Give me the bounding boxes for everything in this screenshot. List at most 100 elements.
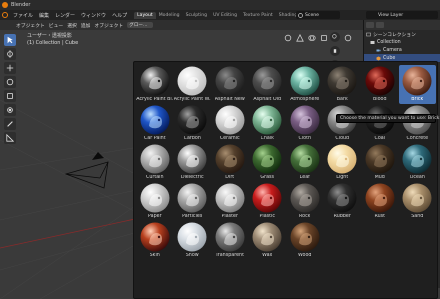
material-item-acrylic-paint-bl[interactable]: Acrylic Paint Bl... [136, 65, 174, 104]
material-item-grass[interactable]: Grass [249, 143, 287, 182]
menu-render[interactable]: レンダー [52, 12, 78, 19]
material-preview-sphere-icon [365, 183, 395, 213]
editor-type-icon[interactable] [366, 22, 374, 28]
menu-file[interactable]: ファイル [10, 12, 36, 19]
pan-hand-icon[interactable] [330, 46, 340, 56]
tab-layout[interactable]: Layout [134, 11, 156, 19]
annotate-tool-button[interactable] [4, 118, 16, 130]
tool-shelf [4, 34, 17, 144]
material-item-wood[interactable]: Wood [286, 221, 324, 260]
material-item-asphalt-new[interactable]: Asphalt New [211, 65, 249, 104]
viewport-menu-add[interactable]: 追加 [81, 22, 91, 29]
move-icon [6, 64, 14, 72]
gizmo-toggle-icon[interactable] [296, 34, 304, 42]
workspace-tabs: Layout Modeling Sculpting UV Editing Tex… [134, 11, 314, 19]
window-titlebar: Blender [0, 0, 440, 10]
material-label: Grass [260, 175, 275, 180]
material-item-leaf[interactable]: Leaf [286, 143, 324, 182]
outliner-row-camera[interactable]: Camera [364, 46, 440, 54]
viewport-menu-object-mode[interactable]: オブジェクト [16, 22, 45, 29]
material-label: Concrete [406, 136, 429, 141]
material-item-plastic[interactable]: Plastic [249, 182, 287, 221]
material-item-brick[interactable]: Brick [398, 65, 436, 104]
move-tool-button[interactable] [4, 62, 16, 74]
material-item-acrylic-paint-w[interactable]: Acrylic Paint W... [174, 65, 212, 104]
material-item-bark[interactable]: Bark [324, 65, 362, 104]
transform-tool-button[interactable] [4, 104, 16, 116]
material-item-cloth[interactable]: Cloth [286, 104, 324, 143]
view-layer-selector[interactable]: View Layer [366, 11, 438, 19]
material-item-plaster[interactable]: Plaster [211, 182, 249, 221]
viewport-menu-object[interactable]: オブジェクト [94, 22, 123, 29]
material-preview-sphere-icon [140, 222, 170, 252]
material-item-skin[interactable]: Skin [136, 221, 174, 260]
orientation-dropdown[interactable]: グロー... [127, 22, 154, 28]
material-item-transparent[interactable]: Transparent [211, 221, 249, 260]
viewport-header: オブジェクト ビュー 選択 追加 オブジェクト グロー... [0, 20, 363, 30]
outliner-row-collection[interactable]: Collection [364, 38, 440, 46]
material-label: Car Paint [143, 136, 166, 141]
material-item-curtain[interactable]: Curtain [136, 143, 174, 182]
material-item-light[interactable]: Light [324, 143, 362, 182]
menu-window[interactable]: ウィンドウ [78, 12, 109, 19]
material-preview-sphere-icon [290, 183, 320, 213]
material-tooltip: Choose the material you want to use: Bri… [336, 114, 439, 123]
material-item-rust[interactable]: Rust [361, 182, 399, 221]
measure-tool-button[interactable] [4, 132, 16, 144]
zoom-magnifier-icon[interactable] [330, 32, 340, 42]
material-preview-icon[interactable] [344, 34, 352, 42]
material-item-mud[interactable]: Mud [361, 143, 399, 182]
outliner-row-scene-collection[interactable]: シーンコレクション [364, 30, 440, 38]
material-item-car-paint[interactable]: Car Paint [136, 104, 174, 143]
material-item-concrete[interactable]: Concrete [399, 104, 437, 143]
material-item-ocean[interactable]: Ocean [399, 143, 437, 182]
material-item-paper[interactable]: Paper [136, 182, 174, 221]
tab-sculpting[interactable]: Sculpting [183, 12, 210, 19]
material-item-carbon[interactable]: Carbon [174, 104, 212, 143]
material-item-blood[interactable]: Blood [361, 65, 399, 104]
material-item-wax[interactable]: Wax [249, 221, 287, 260]
blender-logo-icon[interactable] [0, 10, 10, 20]
material-item-dielectric[interactable]: Dielectric [174, 143, 212, 182]
material-label: Brick [411, 97, 424, 102]
material-item-sand[interactable]: Sand [399, 182, 437, 221]
material-item-particles[interactable]: Particles [174, 182, 212, 221]
material-preview-sphere-icon [215, 66, 245, 96]
overlay-toggle-icon[interactable] [308, 34, 316, 42]
material-item-rubber[interactable]: Rubber [324, 182, 362, 221]
material-label: Sand [411, 214, 424, 219]
material-preview-sphere-icon [215, 144, 245, 174]
xray-toggle-icon[interactable] [320, 34, 328, 42]
material-item-atmosphere[interactable]: Atmosphere [286, 65, 324, 104]
scale-tool-button[interactable] [4, 90, 16, 102]
material-item-rock[interactable]: Rock [286, 182, 324, 221]
rotate-tool-button[interactable] [4, 76, 16, 88]
cursor-tool-button[interactable] [4, 48, 16, 60]
select-tool-button[interactable] [4, 34, 16, 46]
material-item-snow[interactable]: Snow [174, 221, 212, 260]
material-preview-sphere-icon [327, 183, 357, 213]
tab-uv-editing[interactable]: UV Editing [210, 12, 240, 19]
material-label: Plastic [259, 214, 275, 219]
material-label: Atmosphere [290, 97, 320, 102]
viewport-menu-select[interactable]: 選択 [67, 22, 77, 29]
material-item-dirt[interactable]: Dirt [211, 143, 249, 182]
material-item-ceramic[interactable]: Ceramic [211, 104, 249, 143]
material-label: Dielectric [180, 175, 204, 180]
select-cursor-icon [7, 36, 13, 44]
material-item-coal[interactable]: Coal [361, 104, 399, 143]
view-object-types-icon[interactable] [284, 34, 292, 42]
display-mode-icon[interactable] [376, 22, 384, 28]
tab-texture-paint[interactable]: Texture Paint [240, 12, 276, 19]
scene-selector[interactable]: Scene [296, 11, 340, 19]
material-item-cloud[interactable]: Cloud [324, 104, 362, 143]
annotate-pencil-icon [7, 121, 13, 127]
viewport-menu-view[interactable]: ビュー [49, 22, 63, 29]
material-item-asphalt-old[interactable]: Asphalt Old [249, 65, 287, 104]
tab-modeling[interactable]: Modeling [156, 12, 183, 19]
measure-ruler-icon [6, 134, 14, 142]
material-item-chalk[interactable]: Chalk [249, 104, 287, 143]
menu-edit[interactable]: 編集 [36, 12, 52, 19]
menu-help[interactable]: ヘルプ [109, 12, 130, 19]
material-preview-sphere-icon [140, 144, 170, 174]
